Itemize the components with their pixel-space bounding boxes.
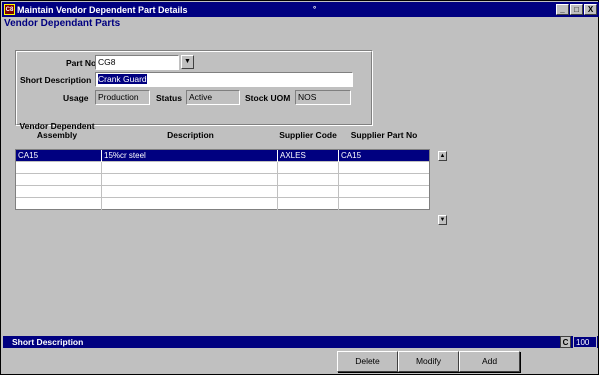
cell-description[interactable] bbox=[102, 162, 278, 174]
cell-description[interactable]: 15%cr steel bbox=[102, 150, 278, 162]
table-row[interactable] bbox=[16, 186, 429, 198]
scroll-up-button[interactable]: ▲ bbox=[438, 151, 447, 161]
status-zoom-indicator: 100 bbox=[573, 336, 597, 348]
scroll-up-icon: ▲ bbox=[439, 153, 446, 159]
dropdown-arrow-icon: ▼ bbox=[184, 58, 191, 65]
status-field: Active bbox=[186, 90, 240, 105]
cell-assembly[interactable] bbox=[16, 186, 102, 198]
short-description-label: Short Description bbox=[20, 75, 92, 85]
cell-description[interactable] bbox=[102, 186, 278, 198]
maximize-button[interactable]: □ bbox=[570, 4, 583, 15]
scroll-down-button[interactable]: ▼ bbox=[438, 215, 447, 225]
table-scrollbar[interactable]: ▲ ▼ bbox=[438, 151, 447, 225]
header-vendor-dependent-assembly[interactable]: Vendor Dependent Assembly bbox=[15, 122, 99, 140]
part-no-input[interactable]: CG8 bbox=[95, 55, 179, 70]
table-row[interactable] bbox=[16, 162, 429, 174]
minimize-button[interactable]: _ bbox=[556, 4, 569, 15]
stock-uom-label: Stock UOM bbox=[245, 93, 291, 103]
short-description-input[interactable]: Crank Guard bbox=[95, 72, 353, 87]
header-supplier-part-no[interactable]: Supplier Part No bbox=[341, 131, 427, 140]
table-row[interactable] bbox=[16, 174, 429, 186]
add-button[interactable]: Add bbox=[459, 351, 520, 372]
cell-supplier-code[interactable] bbox=[278, 174, 339, 186]
part-no-dropdown-button[interactable]: ▼ bbox=[181, 55, 194, 69]
stock-uom-field: NOS bbox=[295, 90, 351, 105]
part-details-group: Part No CG8 ▼ Short Description Crank Gu… bbox=[15, 50, 373, 126]
header-vendor-dependent-line2: Assembly bbox=[36, 130, 78, 140]
scroll-down-icon: ▼ bbox=[439, 217, 446, 223]
page-title: Vendor Dependant Parts bbox=[4, 18, 121, 29]
usage-label: Usage bbox=[63, 93, 89, 103]
cell-supplier-part-no[interactable] bbox=[339, 162, 429, 174]
window-title: Maintain Vendor Dependent Part Details bbox=[17, 4, 188, 15]
cell-supplier-part-no[interactable] bbox=[339, 174, 429, 186]
cell-assembly[interactable]: CA15 bbox=[16, 150, 102, 162]
vendor-parts-table: CA15 15%cr steel AXLES CA15 bbox=[15, 149, 430, 210]
main-window: C8 Maintain Vendor Dependent Part Detail… bbox=[0, 0, 599, 375]
usage-field: Production bbox=[95, 90, 150, 105]
cell-supplier-code[interactable] bbox=[278, 186, 339, 198]
status-text: Short Description bbox=[12, 337, 84, 347]
status-label: Status bbox=[156, 93, 182, 103]
cell-supplier-part-no[interactable] bbox=[339, 198, 429, 210]
status-mode-indicator: C bbox=[560, 336, 571, 348]
cell-description[interactable] bbox=[102, 174, 278, 186]
header-supplier-code[interactable]: Supplier Code bbox=[277, 131, 339, 140]
button-bar: Delete Modify Add bbox=[3, 349, 598, 374]
cell-assembly[interactable] bbox=[16, 174, 102, 186]
cell-supplier-part-no[interactable]: CA15 bbox=[339, 150, 429, 162]
short-description-value: Crank Guard bbox=[98, 74, 147, 84]
cell-assembly[interactable] bbox=[16, 198, 102, 210]
cell-description[interactable] bbox=[102, 198, 278, 210]
delete-button[interactable]: Delete bbox=[337, 351, 398, 372]
modify-button[interactable]: Modify bbox=[398, 351, 459, 372]
cell-supplier-part-no[interactable] bbox=[339, 186, 429, 198]
client-area: Vendor Dependant Parts Part No CG8 ▼ Sho… bbox=[3, 18, 598, 334]
cell-supplier-code[interactable]: AXLES bbox=[278, 150, 339, 162]
close-button[interactable]: X bbox=[584, 4, 597, 15]
cell-supplier-code[interactable] bbox=[278, 162, 339, 174]
app-icon[interactable]: C8 bbox=[4, 4, 15, 15]
table-row[interactable] bbox=[16, 198, 429, 210]
title-bar[interactable]: C8 Maintain Vendor Dependent Part Detail… bbox=[2, 2, 599, 17]
title-mark: ° bbox=[313, 5, 317, 14]
part-no-label: Part No bbox=[66, 58, 97, 68]
window-controls: _ □ X bbox=[556, 4, 597, 15]
cell-assembly[interactable] bbox=[16, 162, 102, 174]
table-row[interactable]: CA15 15%cr steel AXLES CA15 bbox=[16, 150, 429, 162]
header-description[interactable]: Description bbox=[103, 131, 278, 140]
status-bar: Short Description C 100 bbox=[3, 336, 598, 348]
cell-supplier-code[interactable] bbox=[278, 198, 339, 210]
